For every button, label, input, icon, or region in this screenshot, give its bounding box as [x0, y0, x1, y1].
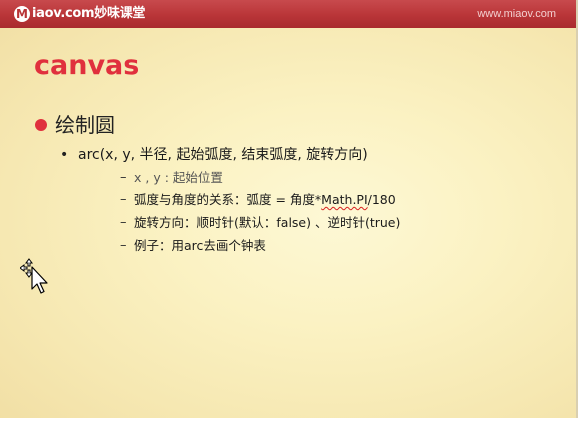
sub-item-text: 例子：用arc去画个钟表 [134, 238, 266, 253]
bullet-text: 绘制圆 [55, 113, 115, 137]
dash-icon: – [120, 192, 127, 207]
sub-item-example-clock: – 例子：用arc去画个钟表 [120, 237, 266, 255]
sub-item-text: x , y : 起始位置 [134, 170, 223, 185]
logo-text: iaov.com妙味课堂 [32, 6, 146, 21]
sub-item-radian-degree: – 弧度与角度的关系：弧度 = 角度*Math.PI/180 [120, 191, 396, 209]
small-bullet-icon: • [60, 147, 69, 163]
site-url: www.miaov.com [477, 8, 556, 20]
slide-title: canvas [34, 50, 140, 81]
dash-icon: – [120, 215, 127, 230]
move-cursor-icon [20, 258, 48, 294]
sub-item-start-position: – x , y : 起始位置 [120, 169, 223, 187]
spellcheck-highlight: Math.PI [321, 192, 368, 207]
sub-item-rotation-direction: – 旋转方向：顺时针(默认：false) 、逆时针(true) [120, 214, 400, 232]
sub-item-text: 旋转方向：顺时针(默认：false) 、逆时针(true) [134, 215, 401, 230]
dash-icon: – [120, 238, 127, 253]
sub-item-suffix: /180 [367, 192, 396, 207]
bullet-draw-circle: 绘制圆 [35, 112, 115, 138]
bullet-dot-icon [35, 119, 47, 131]
dash-icon: – [120, 170, 127, 185]
arc-signature-item: • arc(x, y, 半径, 起始弧度, 结束弧度, 旋转方向) [60, 145, 368, 165]
logo-mark: M [14, 6, 30, 22]
header-bar: M iaov.com妙味课堂 www.miaov.com [0, 0, 576, 28]
slide: M iaov.com妙味课堂 www.miaov.com canvas 绘制圆 … [0, 0, 578, 418]
sub-item-prefix: 弧度与角度的关系：弧度 = 角度* [134, 192, 322, 207]
site-logo: M iaov.com妙味课堂 [14, 5, 145, 23]
sub-item-text: 弧度与角度的关系：弧度 = 角度*Math.PI/180 [134, 191, 396, 209]
arc-signature-text: arc(x, y, 半径, 起始弧度, 结束弧度, 旋转方向) [78, 147, 368, 163]
